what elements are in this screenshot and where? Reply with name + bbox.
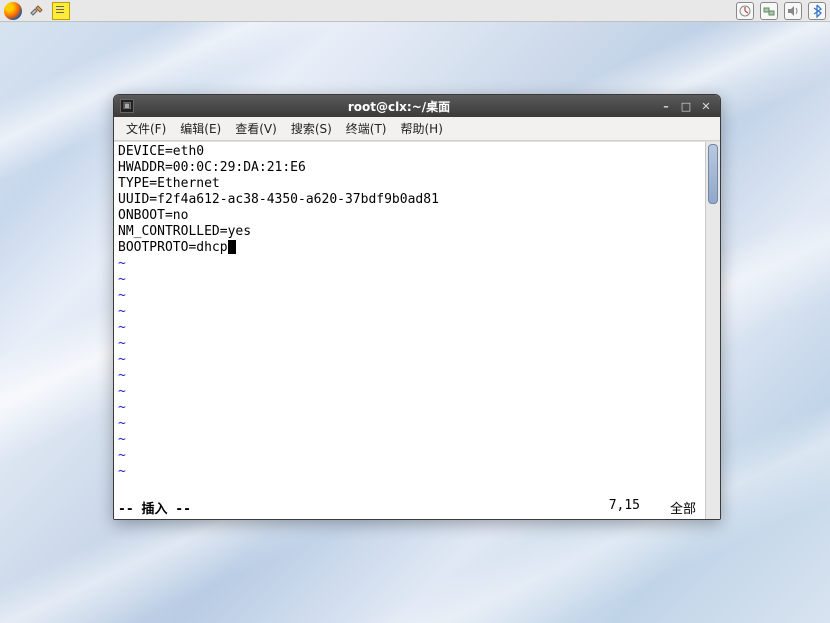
- menu-help[interactable]: 帮助(H): [395, 118, 449, 139]
- vim-mode: -- 插入 --: [118, 498, 191, 517]
- notepad-icon[interactable]: [52, 2, 70, 20]
- monitor-icon[interactable]: [736, 2, 754, 20]
- terminal-content[interactable]: DEVICE=eth0 HWADDR=00:0C:29:DA:21:E6 TYP…: [114, 142, 705, 519]
- panel-left: [4, 2, 70, 20]
- terminal-app-icon: ▣: [120, 99, 134, 113]
- terminal-window: ▣ root@clx:~/桌面 – □ ✕ 文件(F) 编辑(E) 查看(V) …: [113, 94, 721, 520]
- network-icon[interactable]: [760, 2, 778, 20]
- window-titlebar[interactable]: ▣ root@clx:~/桌面 – □ ✕: [114, 95, 720, 117]
- menu-view[interactable]: 查看(V): [229, 118, 283, 139]
- volume-icon[interactable]: [784, 2, 802, 20]
- menu-edit[interactable]: 编辑(E): [174, 118, 227, 139]
- maximize-button[interactable]: □: [678, 99, 694, 113]
- window-controls: – □ ✕: [658, 99, 714, 113]
- window-title: root@clx:~/桌面: [140, 98, 658, 115]
- top-panel: [0, 0, 830, 22]
- scrollbar[interactable]: [705, 142, 720, 519]
- tools-icon[interactable]: [28, 2, 46, 20]
- vim-cursor-position: 7,15: [609, 498, 640, 517]
- menu-file[interactable]: 文件(F): [120, 118, 172, 139]
- minimize-button[interactable]: –: [658, 99, 674, 113]
- vim-percent: 全部: [670, 498, 696, 517]
- menu-search[interactable]: 搜索(S): [285, 118, 338, 139]
- menu-terminal[interactable]: 终端(T): [340, 118, 393, 139]
- firefox-icon[interactable]: [4, 2, 22, 20]
- menubar: 文件(F) 编辑(E) 查看(V) 搜索(S) 终端(T) 帮助(H): [114, 117, 720, 141]
- scroll-thumb[interactable]: [708, 144, 718, 204]
- panel-right: [736, 2, 826, 20]
- terminal-body[interactable]: DEVICE=eth0 HWADDR=00:0C:29:DA:21:E6 TYP…: [114, 141, 720, 519]
- vim-status-line: -- 插入 -- 7,15 全部: [118, 498, 700, 517]
- bluetooth-icon[interactable]: [808, 2, 826, 20]
- close-button[interactable]: ✕: [698, 99, 714, 113]
